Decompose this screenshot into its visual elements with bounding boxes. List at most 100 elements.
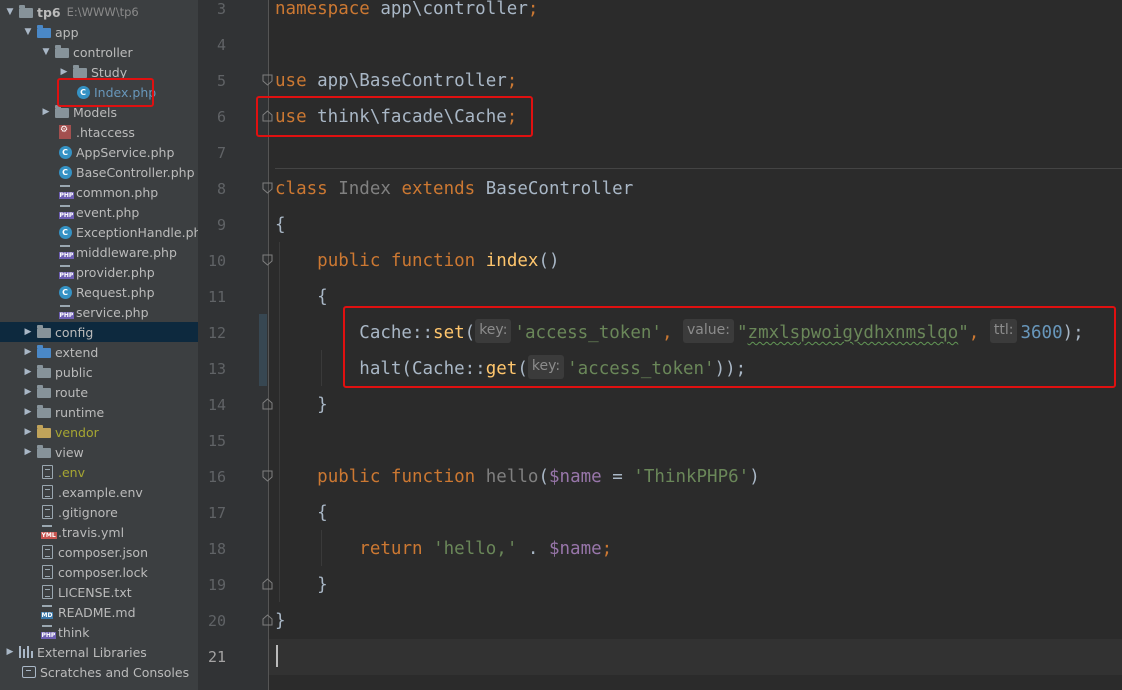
folder-icon (37, 385, 51, 399)
tree-file-provider[interactable]: provider.php (0, 262, 198, 282)
text-file-icon (40, 485, 54, 499)
php-class-icon: C (58, 225, 72, 239)
code-line-3[interactable]: namespace app\controller; (269, 0, 1122, 27)
tree-file-example-env[interactable]: .example.env (0, 482, 198, 502)
code-line-9[interactable]: { (269, 207, 1122, 243)
code-token: function (390, 251, 476, 271)
tree-root-tp6[interactable]: ▼ tp6 E:\WWW\tp6 (0, 2, 198, 22)
php-file-icon (58, 245, 75, 259)
chevron-right-icon[interactable]: ▶ (22, 346, 34, 358)
highlight-box-use-cache (256, 96, 533, 137)
chevron-right-icon[interactable]: ▶ (58, 66, 70, 78)
code-token: public (317, 251, 381, 271)
code-line-18[interactable]: return 'hello,' . $name; (269, 531, 1122, 567)
tree-file-license[interactable]: LICENSE.txt (0, 582, 198, 602)
tree-item-label: Scratches and Consoles (40, 664, 190, 680)
code-token: index (485, 251, 539, 271)
tree-item-label: .travis.yml (58, 524, 125, 540)
tree-file-basecontroller[interactable]: C BaseController.php (0, 162, 198, 182)
tree-file-request[interactable]: C Request.php (0, 282, 198, 302)
tree-item-label: README.md (58, 604, 136, 620)
tree-file-gitignore[interactable]: .gitignore (0, 502, 198, 522)
tree-folder-config[interactable]: ▶ config (0, 322, 198, 342)
code-token: 'hello,' (433, 539, 518, 559)
chevron-right-icon[interactable]: ▶ (22, 446, 34, 458)
chevron-right-icon[interactable]: ▶ (22, 406, 34, 418)
code-line-21-current[interactable] (269, 639, 1122, 675)
tree-item-label: middleware.php (76, 244, 177, 260)
code-token: . (517, 539, 549, 559)
code-token: { (275, 215, 286, 235)
line-number: 16 (207, 468, 226, 486)
php-file-icon (40, 625, 57, 639)
code-token: app\BaseController (306, 71, 507, 91)
tree-file-htaccess[interactable]: .htaccess (0, 122, 198, 142)
tree-file-common[interactable]: common.php (0, 182, 198, 202)
chevron-right-icon[interactable]: ▶ (40, 106, 52, 118)
tree-file-readme[interactable]: README.md (0, 602, 198, 622)
tree-item-label: composer.json (58, 544, 149, 560)
tree-item-label: .gitignore (58, 504, 118, 520)
tree-item-label: event.php (76, 204, 140, 220)
code-token: ) (749, 467, 760, 487)
tree-folder-runtime[interactable]: ▶ runtime (0, 402, 198, 422)
code-token: $name (549, 467, 602, 487)
folder-icon (37, 365, 51, 379)
line-number: 14 (207, 396, 226, 414)
tree-file-middleware[interactable]: middleware.php (0, 242, 198, 262)
libraries-icon (19, 645, 33, 659)
chevron-right-icon[interactable]: ▶ (4, 646, 16, 658)
folder-icon (37, 325, 51, 339)
chevron-right-icon[interactable]: ▶ (22, 386, 34, 398)
tree-folder-extend[interactable]: ▶ extend (0, 342, 198, 362)
chevron-right-icon[interactable]: ▶ (22, 326, 34, 338)
code-line-20[interactable]: } (269, 603, 1122, 639)
tree-file-env[interactable]: .env (0, 462, 198, 482)
code-token: hello (485, 467, 539, 487)
chevron-right-icon[interactable]: ▶ (22, 426, 34, 438)
tree-folder-app[interactable]: ▼ app (0, 22, 198, 42)
tree-item-label: config (55, 324, 94, 340)
abstract-class-icon: C (58, 165, 72, 179)
code-line-19[interactable]: } (269, 567, 1122, 603)
tree-item-label: vendor (55, 424, 99, 440)
php-class-icon: C (58, 145, 72, 159)
code-line-10[interactable]: public function index() (269, 243, 1122, 279)
tree-file-appservice[interactable]: C AppService.php (0, 142, 198, 162)
line-number: 9 (216, 216, 226, 234)
chevron-down-icon[interactable]: ▼ (4, 6, 16, 18)
tree-folder-vendor[interactable]: ▶ vendor (0, 422, 198, 442)
code-token: { (275, 287, 328, 307)
tree-file-event[interactable]: event.php (0, 202, 198, 222)
tree-file-think[interactable]: think (0, 622, 198, 642)
tree-folder-view[interactable]: ▶ view (0, 442, 198, 462)
code-line-17[interactable]: { (269, 495, 1122, 531)
change-marker (259, 314, 267, 386)
code-line-8[interactable]: class Index extends BaseController (269, 171, 1122, 207)
code-line-14[interactable]: } (269, 387, 1122, 423)
tree-file-composer-lock[interactable]: composer.lock (0, 562, 198, 582)
tree-folder-controller[interactable]: ▼ controller (0, 42, 198, 62)
line-number: 5 (216, 72, 226, 90)
code-token: ; (527, 0, 539, 19)
tree-file-composer-json[interactable]: composer.json (0, 542, 198, 562)
tree-file-service[interactable]: service.php (0, 302, 198, 322)
tree-file-travis[interactable]: .travis.yml (0, 522, 198, 542)
tree-file-exceptionhandle[interactable]: C ExceptionHandle.php (0, 222, 198, 242)
tree-folder-route[interactable]: ▶ route (0, 382, 198, 402)
tree-item-label: .env (58, 464, 85, 480)
folder-icon (73, 65, 87, 79)
chevron-right-icon[interactable]: ▶ (22, 366, 34, 378)
chevron-down-icon[interactable]: ▼ (40, 46, 52, 58)
tree-external-libraries[interactable]: ▶ External Libraries (0, 642, 198, 662)
tree-folder-public[interactable]: ▶ public (0, 362, 198, 382)
code-line-16[interactable]: public function hello($name = 'ThinkPHP6… (269, 459, 1122, 495)
tree-item-label: LICENSE.txt (58, 584, 132, 600)
folder-icon (37, 405, 51, 419)
line-number: 20 (207, 612, 226, 630)
chevron-down-icon[interactable]: ▼ (22, 26, 34, 38)
code-line-5[interactable]: use app\BaseController; (269, 63, 1122, 99)
tree-scratches-consoles[interactable]: Scratches and Consoles (0, 662, 198, 682)
